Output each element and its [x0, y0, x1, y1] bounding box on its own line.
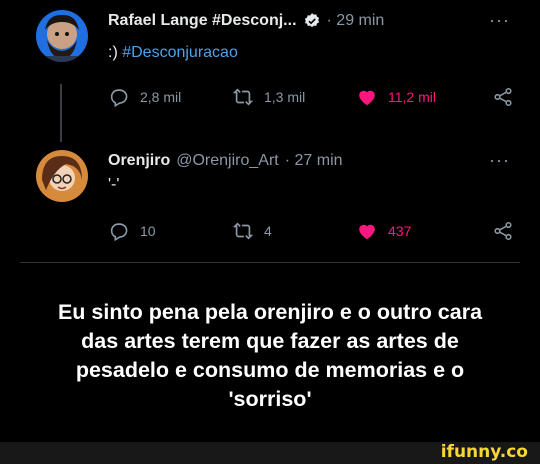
avatar-rafael[interactable]: [36, 10, 88, 62]
reply-button[interactable]: 10: [108, 220, 156, 242]
timestamp[interactable]: · 29 min: [327, 12, 385, 30]
share-icon: [494, 87, 512, 107]
verified-icon: [304, 13, 319, 28]
retweet-count: 1,3 mil: [264, 89, 306, 105]
reply-count: 2,8 mil: [140, 89, 182, 105]
meme-caption: Eu sinto pena pela orenjiro e o outro ca…: [0, 298, 540, 414]
footer-bar: ifunny.co: [0, 442, 540, 464]
caption-line: das artes terem que fazer as artes de: [81, 329, 459, 353]
like-button[interactable]: 11,2 mil: [356, 86, 436, 108]
tweet-actions: 10 4 437: [0, 220, 540, 244]
share-button[interactable]: [492, 86, 524, 108]
more-options-icon[interactable]: ···: [489, 150, 510, 171]
retweet-icon: [232, 222, 254, 240]
like-button[interactable]: 437: [356, 220, 411, 242]
reply-button[interactable]: 2,8 mil: [108, 86, 181, 108]
reply-icon: [110, 89, 128, 108]
retweet-count: 4: [264, 223, 272, 239]
divider: [20, 262, 520, 263]
handle[interactable]: @Orenjiro_Art: [176, 152, 279, 170]
avatar-orenjiro[interactable]: [36, 150, 88, 202]
reply-icon: [110, 223, 128, 242]
tweet-header: Rafael Lange #Desconj... · 29 min: [108, 12, 384, 30]
tweet-text: '-': [108, 176, 120, 193]
share-button[interactable]: [492, 220, 524, 242]
reply-count: 10: [140, 223, 156, 239]
tweet-text-prefix: :): [108, 44, 123, 61]
display-name[interactable]: Orenjiro: [108, 152, 170, 170]
tweet-actions: 2,8 mil 1,3 mil 11,2 mil: [0, 86, 540, 110]
tweet-header: Orenjiro @Orenjiro_Art · 27 min: [108, 152, 343, 170]
display-name[interactable]: Rafael Lange #Desconj...: [108, 12, 297, 30]
heart-icon: [359, 224, 375, 240]
hashtag-link[interactable]: #Desconjuracao: [122, 44, 238, 61]
share-icon: [494, 221, 512, 241]
ifunny-watermark: ifunny.co: [440, 442, 528, 462]
retweet-button[interactable]: 4: [232, 220, 272, 242]
like-count: 437: [388, 223, 412, 239]
caption-line: pesadelo e consumo de memorias e o: [75, 358, 465, 382]
retweet-icon: [232, 88, 254, 106]
caption-line: 'sorriso': [228, 387, 312, 411]
heart-icon: [359, 90, 375, 106]
more-options-icon[interactable]: ···: [489, 10, 510, 31]
retweet-button[interactable]: 1,3 mil: [232, 86, 305, 108]
tweet-text: :) #Desconjuracao: [108, 44, 238, 62]
caption-line: Eu sinto pena pela orenjiro e o outro ca…: [57, 300, 483, 324]
timestamp[interactable]: · 27 min: [285, 152, 343, 170]
like-count: 11,2 mil: [388, 89, 436, 105]
